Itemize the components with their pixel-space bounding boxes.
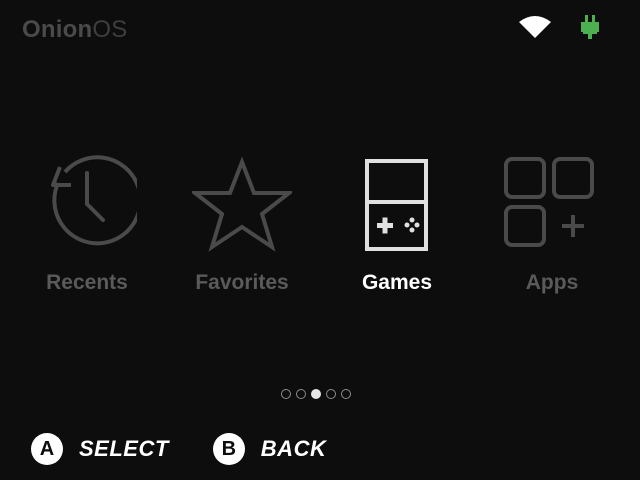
menu-item-favorites[interactable]: Favorites <box>172 155 312 305</box>
page-dot-active <box>311 389 321 399</box>
page-dot <box>296 389 306 399</box>
status-bar <box>518 14 600 40</box>
page-dot <box>326 389 336 399</box>
page-indicator <box>281 389 351 399</box>
b-button-icon: B <box>212 433 245 465</box>
brand-name-onion: Onion <box>22 16 93 43</box>
menu-label-favorites: Favorites <box>195 271 289 294</box>
menu-item-apps[interactable]: Apps <box>482 155 622 305</box>
menu-label-apps: Apps <box>525 271 579 294</box>
back-label: BACK <box>260 436 327 461</box>
wifi-icon <box>518 14 552 40</box>
menu-item-games[interactable]: Games <box>327 155 467 305</box>
charging-plug-icon <box>580 15 600 39</box>
menu-label-games: Games <box>361 271 433 294</box>
select-label: SELECT <box>79 436 169 461</box>
menu-item-recents[interactable]: Recents <box>17 155 157 305</box>
main-menu: Recents Favorites Games Apps <box>0 155 640 305</box>
brand-name-os: OS <box>92 16 128 43</box>
page-dot <box>281 389 291 399</box>
clock-history-icon <box>51 155 137 246</box>
brand-logo: OnionOS <box>22 15 127 45</box>
handheld-console-icon <box>365 159 428 251</box>
page-dot <box>341 389 351 399</box>
apps-grid-plus-icon <box>504 157 594 247</box>
a-button-icon: A <box>31 433 63 465</box>
star-icon <box>192 156 292 252</box>
menu-label-recents: Recents <box>46 271 128 294</box>
back-hint[interactable]: B BACK <box>212 433 327 465</box>
button-legend: A SELECT B BACK <box>31 433 326 465</box>
select-hint[interactable]: A SELECT <box>31 433 169 465</box>
